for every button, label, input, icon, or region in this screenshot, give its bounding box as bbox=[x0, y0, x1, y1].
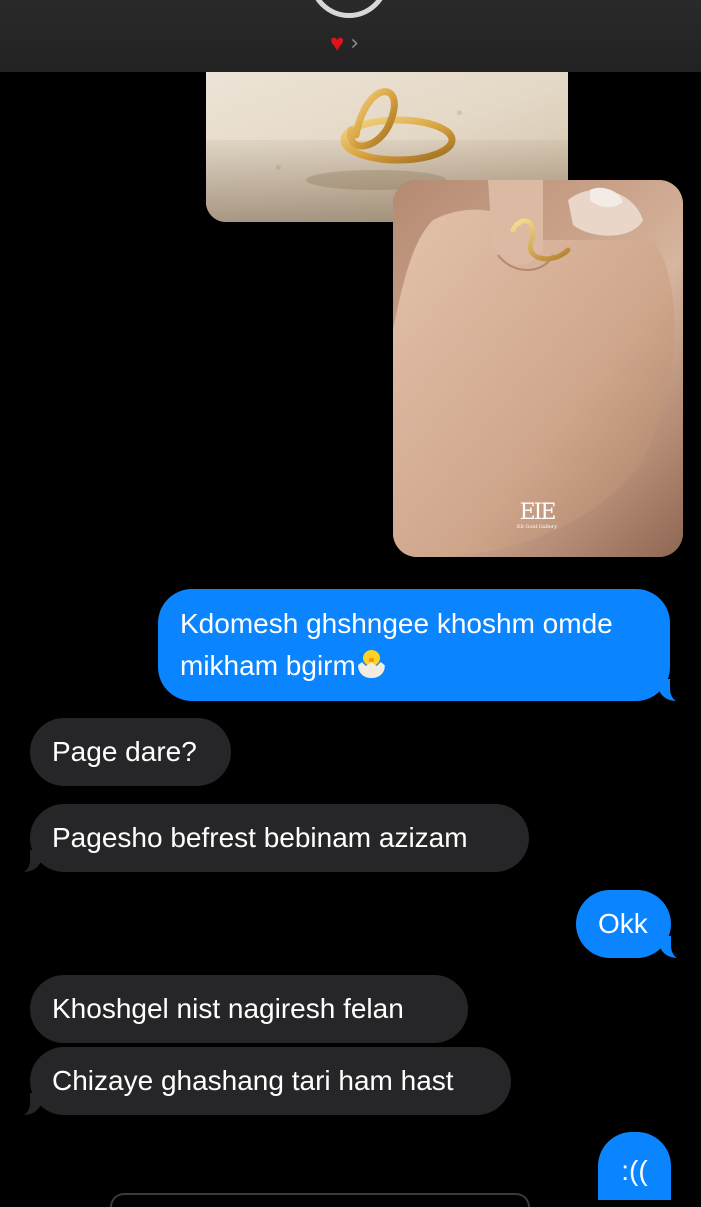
message-text: Pagesho befrest bebinam azizam bbox=[52, 822, 468, 853]
message-bubble-outgoing[interactable]: Okk bbox=[576, 890, 695, 960]
hatching-chick-icon bbox=[356, 649, 386, 679]
message-bubble-outgoing[interactable]: :(( bbox=[598, 1132, 671, 1200]
message-bubble-incoming[interactable]: Khoshgel nist nagiresh felan bbox=[30, 975, 468, 1043]
logo-monogram: EIE bbox=[519, 500, 557, 525]
logo-caption: Eli Gold Gallery bbox=[516, 524, 558, 530]
message-bubble-incoming[interactable]: Pagesho befrest bebinam azizam bbox=[6, 804, 529, 874]
message-text: Kdomesh ghshngee khoshm omde mikham bgir… bbox=[180, 603, 648, 687]
message-text: :(( bbox=[621, 1155, 648, 1186]
contact-name-button[interactable]: ♥ › bbox=[330, 30, 359, 58]
message-bubble-outgoing[interactable]: Kdomesh ghshngee khoshm omde mikham bgir… bbox=[158, 589, 694, 703]
message-bubble-incoming[interactable]: Chizaye ghashang tari ham hast bbox=[6, 1047, 511, 1117]
message-text: Okk bbox=[598, 908, 648, 939]
message-text: Chizaye ghashang tari ham hast bbox=[52, 1065, 454, 1096]
heart-icon: ♥ bbox=[330, 30, 345, 57]
chevron-right-icon: › bbox=[350, 31, 360, 56]
message-bubble-incoming[interactable]: Page dare? bbox=[30, 718, 231, 786]
conversation-header: ♥ › bbox=[0, 0, 701, 72]
gallery-logo: EIE Eli Gold Gallery bbox=[515, 502, 559, 531]
message-text: Khoshgel nist nagiresh felan bbox=[52, 993, 404, 1024]
message-text: Page dare? bbox=[52, 736, 197, 767]
message-text-content: Kdomesh ghshngee khoshm omde mikham bgir… bbox=[180, 608, 613, 681]
hand-ring-photo[interactable]: EIE Eli Gold Gallery bbox=[393, 180, 683, 557]
message-input-field[interactable] bbox=[110, 1193, 530, 1207]
contact-avatar[interactable] bbox=[309, 0, 389, 18]
